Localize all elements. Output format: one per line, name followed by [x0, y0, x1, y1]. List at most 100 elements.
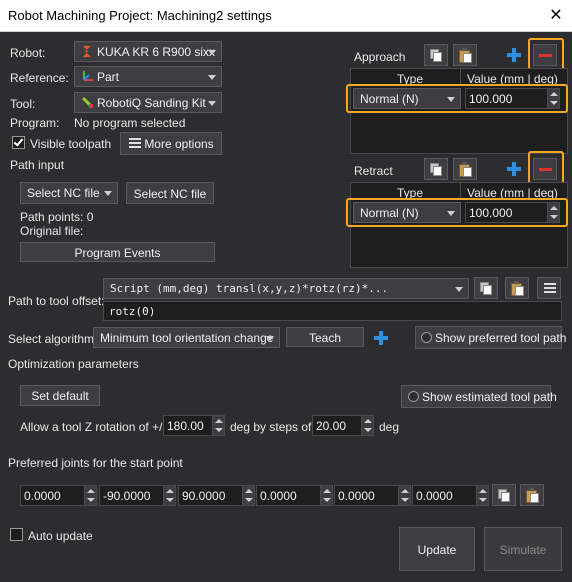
menu-icon: [129, 138, 141, 149]
program-events-label: Program Events: [74, 246, 161, 260]
spin-arrows-icon[interactable]: [476, 486, 488, 505]
joints-paste-button[interactable]: [520, 484, 544, 506]
show-preferred-label: Show preferred tool path: [435, 331, 567, 345]
teach-button[interactable]: Teach: [286, 327, 364, 347]
joint-5-spinbox[interactable]: 0.0000: [334, 485, 411, 506]
joint-4-spinbox[interactable]: 0.0000: [256, 485, 333, 506]
more-options-label: More options: [144, 137, 214, 151]
joint-3-value: 90.0000: [182, 489, 226, 503]
close-icon[interactable]: ✕: [548, 8, 564, 24]
update-button[interactable]: Update: [399, 527, 475, 571]
joint-2-value: -90.0000: [103, 489, 151, 503]
window-title: Robot Machining Project: Machining2 sett…: [8, 8, 272, 23]
approach-paste-button[interactable]: [453, 44, 477, 66]
select-nc-file-label: Select NC file: [133, 187, 207, 201]
column-divider: [460, 69, 461, 85]
chevron-down-icon: [208, 101, 216, 106]
program-events-button[interactable]: Program Events: [20, 242, 215, 262]
copy-icon: [430, 163, 442, 176]
reference-combo[interactable]: Part: [74, 66, 222, 87]
spin-arrows-icon[interactable]: [361, 416, 373, 435]
show-estimated-label: Show estimated tool path: [422, 390, 557, 404]
approach-copy-button[interactable]: [424, 44, 448, 66]
joint-1-spinbox[interactable]: 0.0000: [20, 485, 97, 506]
rotation-spinbox[interactable]: 180.00: [163, 415, 225, 436]
auto-update-checkbox[interactable]: [10, 528, 23, 541]
steps-value: 20.00: [316, 419, 347, 433]
tool-value: RobotiQ Sanding Kit: [97, 96, 206, 110]
joints-heading: Preferred joints for the start point: [8, 456, 183, 470]
spin-arrows-icon[interactable]: [320, 486, 332, 505]
retract-row-highlight: [346, 198, 568, 227]
retract-add-icon[interactable]: [507, 162, 521, 176]
title-bar: Robot Machining Project: Machining2 sett…: [0, 0, 572, 32]
kuka-logo-icon: [81, 45, 93, 58]
retract-label: Retract: [354, 164, 393, 178]
path-input-heading: Path input: [10, 158, 65, 172]
joint-1-value: 0.0000: [24, 489, 61, 503]
path-points-text: Path points: 0: [20, 210, 94, 224]
select-nc-file-button[interactable]: Select NC file: [126, 182, 214, 204]
paste-icon: [511, 281, 524, 296]
tool-offset-combo[interactable]: Script (mm,deg) transl(x,y,z)*rotz(rz)*.…: [103, 278, 469, 299]
tool-combo[interactable]: RobotiQ Sanding Kit: [74, 92, 222, 113]
retract-copy-button[interactable]: [424, 158, 448, 180]
checkmark-icon: [13, 136, 24, 147]
show-estimated-toolpath-button[interactable]: Show estimated tool path: [401, 385, 557, 408]
approach-add-icon[interactable]: [507, 48, 521, 62]
nc-file-combo-value: Select NC file: [27, 186, 100, 200]
column-divider: [460, 183, 461, 199]
set-default-label: Set default: [31, 389, 89, 403]
teach-label: Teach: [308, 331, 342, 345]
algorithm-value: Minimum tool orientation change: [100, 331, 274, 345]
copy-icon: [480, 282, 492, 295]
tool-offset-label: Path to tool offset:: [8, 294, 105, 308]
robot-label: Robot:: [10, 46, 46, 60]
spin-arrows-icon[interactable]: [212, 416, 224, 435]
more-options-button[interactable]: More options: [120, 132, 222, 155]
paste-icon: [459, 162, 472, 177]
tool-offset-copy-button[interactable]: [474, 277, 498, 299]
joint-3-spinbox[interactable]: 90.0000: [178, 485, 255, 506]
joint-6-value: 0.0000: [416, 489, 453, 503]
reference-label: Reference:: [10, 71, 69, 85]
spin-arrows-icon[interactable]: [398, 486, 410, 505]
paste-icon: [459, 48, 472, 63]
chevron-down-icon: [208, 50, 216, 55]
frame-icon: [81, 70, 94, 83]
visible-toolpath-checkbox[interactable]: [12, 136, 25, 149]
algorithm-label: Select algorithm:: [8, 332, 98, 346]
copy-icon: [430, 49, 442, 62]
add-algorithm-icon[interactable]: [374, 331, 388, 345]
tool-offset-menu-button[interactable]: [537, 277, 561, 299]
approach-row-highlight: [346, 84, 568, 113]
joint-2-spinbox[interactable]: -90.0000: [99, 485, 176, 506]
retract-paste-button[interactable]: [453, 158, 477, 180]
tool-icon: [81, 96, 94, 109]
visible-toolpath-label: Visible toolpath: [30, 137, 112, 151]
steps-unit-label: deg: [379, 420, 400, 434]
nc-file-combo[interactable]: Select NC file: [20, 182, 118, 204]
algorithm-combo[interactable]: Minimum tool orientation change: [93, 327, 280, 348]
spin-arrows-icon[interactable]: [84, 486, 96, 505]
spin-arrows-icon[interactable]: [163, 486, 175, 505]
robot-combo[interactable]: KUKA KR 6 R900 sixx: [74, 41, 222, 62]
steps-spinbox[interactable]: 20.00: [312, 415, 374, 436]
tool-offset-formula-field[interactable]: rotz(0): [103, 301, 562, 321]
simulate-button[interactable]: Simulate: [484, 527, 562, 571]
reference-value: Part: [97, 70, 120, 84]
program-label: Program:: [10, 116, 60, 130]
set-default-button[interactable]: Set default: [20, 385, 100, 406]
auto-update-label: Auto update: [28, 529, 93, 543]
chevron-down-icon: [266, 336, 274, 341]
radio-icon: [421, 332, 432, 343]
spin-arrows-icon[interactable]: [242, 486, 254, 505]
tool-offset-paste-button[interactable]: [505, 277, 529, 299]
chevron-down-icon: [104, 191, 112, 196]
approach-label: Approach: [354, 50, 406, 64]
radio-icon: [408, 391, 419, 402]
joints-copy-button[interactable]: [492, 484, 516, 506]
joint-6-spinbox[interactable]: 0.0000: [412, 485, 489, 506]
program-value: No program selected: [74, 116, 186, 130]
show-preferred-toolpath-button[interactable]: Show preferred tool path: [415, 326, 566, 349]
